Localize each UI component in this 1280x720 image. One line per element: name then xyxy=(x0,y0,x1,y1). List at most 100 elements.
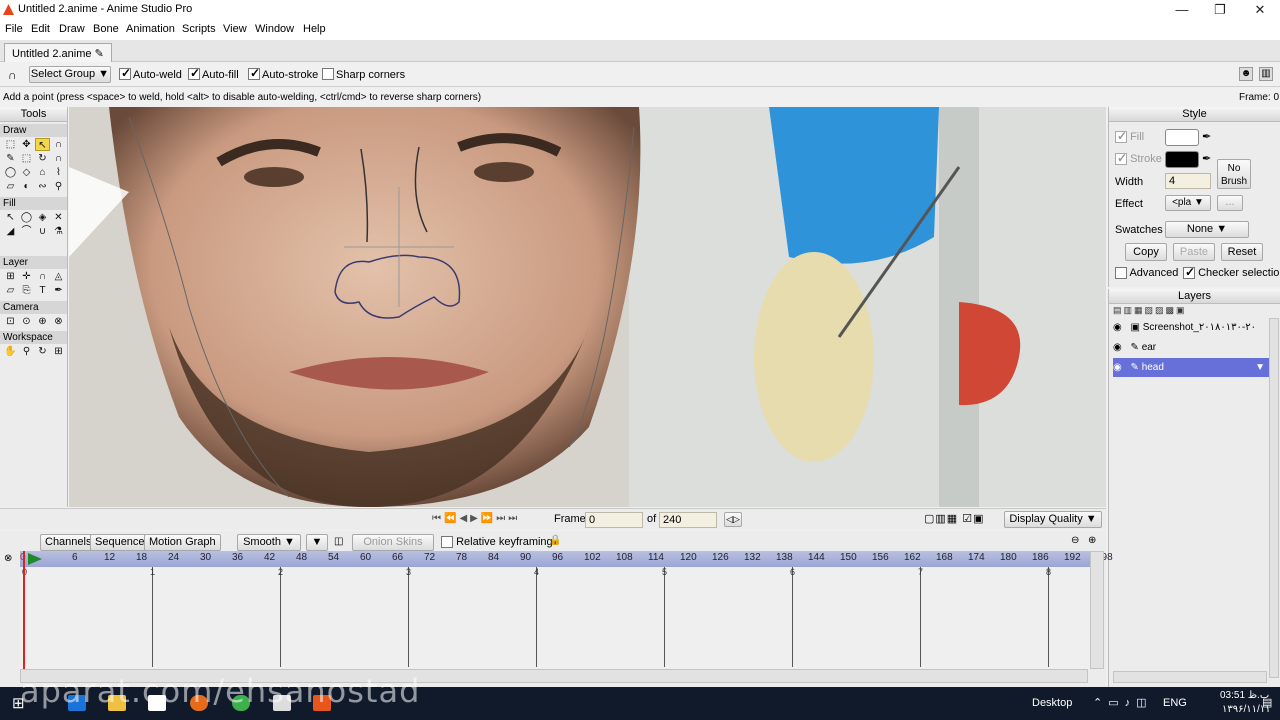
noise-icon[interactable]: ◐ xyxy=(19,180,34,193)
stroke-color-swatch[interactable] xyxy=(1165,151,1199,168)
menu-file[interactable]: File xyxy=(5,23,23,35)
layers-vertical-scrollbar[interactable] xyxy=(1269,318,1279,678)
auto-fill-check[interactable] xyxy=(188,66,200,81)
close-button[interactable]: ✕ xyxy=(1240,0,1280,20)
draw-shape-icon[interactable]: ◯ xyxy=(3,166,18,179)
auto-stroke-checkbox[interactable] xyxy=(248,66,260,81)
delete-shape-icon[interactable]: ✕ xyxy=(51,211,66,224)
playback-controls[interactable]: ⏮⏪◀▶⏩⏭⏭ xyxy=(432,513,520,524)
view-layout-icons[interactable]: ▢▥▦ ☑▣ xyxy=(924,512,985,525)
add-point-icon[interactable]: ↖ xyxy=(35,138,50,151)
swatches-dropdown[interactable]: None ▼ xyxy=(1165,221,1249,238)
translate-layer-icon[interactable]: ✛ xyxy=(19,270,34,283)
pan-workspace-icon[interactable]: ✋ xyxy=(3,345,18,358)
menu-bone[interactable]: Bone xyxy=(93,23,119,35)
paint-bucket-icon[interactable]: ◈ xyxy=(35,211,50,224)
freehand-icon[interactable]: ✎ xyxy=(3,152,18,165)
layer-toolbar-icons[interactable]: ▤▥▦▧▨▩▣ xyxy=(1113,305,1187,316)
zoom-in-icon[interactable]: ⊕ xyxy=(1088,535,1096,546)
magnet-icon[interactable]: ∩ xyxy=(51,152,66,165)
curvature-icon[interactable]: ∩ xyxy=(51,138,66,151)
sharp-corners-check[interactable] xyxy=(322,68,334,81)
stroke-exposure-icon[interactable]: ∪ xyxy=(35,225,50,238)
language-indicator[interactable]: ENG xyxy=(1163,697,1187,709)
layer-row-selected[interactable]: ◉ ✎ head ▼ xyxy=(1113,358,1269,377)
panel-toggle-icon[interactable]: ▥ xyxy=(1259,67,1273,81)
menu-edit[interactable]: Edit xyxy=(31,23,50,35)
tab-motion-graph[interactable]: Motion Graph xyxy=(144,534,221,551)
frame-field[interactable]: 0 xyxy=(585,512,643,528)
advanced-checkbox[interactable]: Advanced xyxy=(1115,267,1178,280)
translate-points-icon[interactable]: ✥ xyxy=(19,138,34,151)
auto-weld-checkbox[interactable] xyxy=(119,66,131,81)
maximize-button[interactable]: ❐ xyxy=(1200,0,1240,20)
eye-icon[interactable]: ◉ xyxy=(1113,322,1122,333)
document-tab[interactable]: Untitled 2.anime ✎ xyxy=(4,43,112,62)
menu-draw[interactable]: Draw xyxy=(59,23,85,35)
hide-edge-icon[interactable]: ⌒ xyxy=(19,225,34,238)
switch-layer-icon[interactable]: ⎘ xyxy=(19,284,34,297)
select-shape-icon[interactable]: ↖ xyxy=(3,211,18,224)
interpolation-dropdown[interactable]: Smooth ▼ xyxy=(237,534,301,551)
advanced-check[interactable] xyxy=(1115,267,1127,280)
zoom-camera-icon[interactable]: ⊙ xyxy=(19,315,34,328)
eye-icon[interactable]: ◉ xyxy=(1113,342,1122,353)
close-timeline-icon[interactable]: ⊗ xyxy=(4,553,12,564)
auto-fill-checkbox[interactable] xyxy=(188,66,200,81)
minimize-button[interactable]: — xyxy=(1162,0,1202,20)
rotate-workspace-icon[interactable]: ↻ xyxy=(35,345,50,358)
zoom-workspace-icon[interactable]: ⚲ xyxy=(19,345,34,358)
eraser-icon[interactable]: ◇ xyxy=(19,166,34,179)
set-origin-icon[interactable]: ⊞ xyxy=(3,270,18,283)
bend-icon[interactable]: ⌇ xyxy=(51,166,66,179)
reset-button[interactable]: Reset xyxy=(1221,243,1263,261)
menu-animation[interactable]: Animation xyxy=(126,23,175,35)
rotate-layer-icon[interactable]: ◬ xyxy=(51,270,66,283)
stroke-checkbox[interactable]: Stroke xyxy=(1115,151,1162,166)
width-field[interactable]: 4 xyxy=(1165,173,1211,189)
auto-weld-check[interactable] xyxy=(119,66,131,81)
keyframe-menu-button[interactable]: ▼ xyxy=(306,534,328,551)
tray-icons[interactable]: ⌃▭♪◫ xyxy=(1093,696,1153,709)
onion-skins-dropdown[interactable]: Onion Skins ▼ xyxy=(352,534,434,563)
fill-checkbox[interactable]: Fill xyxy=(1115,129,1144,144)
fill-color-swatch[interactable] xyxy=(1165,129,1199,146)
select-group-dropdown[interactable]: Select Group ▼ xyxy=(29,66,111,83)
shear-icon[interactable]: ∾ xyxy=(35,180,50,193)
stroke-eyedropper-icon[interactable]: ✒ xyxy=(1202,152,1211,165)
perspective-icon[interactable]: ⌂ xyxy=(35,166,50,179)
tab-channels[interactable]: Channels xyxy=(40,534,97,551)
frame-ruler[interactable]: 0612182430364248546066727884909610210811… xyxy=(20,551,1113,567)
copy-button[interactable]: Copy xyxy=(1125,243,1167,261)
effect-more-button[interactable]: ... xyxy=(1217,195,1243,211)
canvas-viewport[interactable] xyxy=(69,107,1106,507)
layers-horizontal-scrollbar[interactable] xyxy=(1113,671,1267,683)
auto-stroke-check[interactable] xyxy=(248,66,260,81)
layer-row[interactable]: ◉ ✎ ear xyxy=(1113,338,1269,357)
fill-eyedropper-icon[interactable]: ✒ xyxy=(1202,130,1211,143)
notifications-icon[interactable]: ▤ xyxy=(1262,696,1272,709)
scale-points-icon[interactable]: ⬚ xyxy=(19,152,34,165)
pan-tilt-camera-icon[interactable]: ⊗ xyxy=(51,315,66,328)
relative-keyframing-check[interactable] xyxy=(441,536,453,549)
user-icon[interactable]: ☻ xyxy=(1239,67,1253,81)
loop-button[interactable]: ◁▷ xyxy=(724,512,742,527)
zoom-out-icon[interactable]: ⊖ xyxy=(1071,535,1079,546)
shear-layer-icon[interactable]: ▱ xyxy=(3,284,18,297)
relative-keyframing-checkbox[interactable]: Relative keyframing xyxy=(441,536,553,549)
paste-button[interactable]: Paste xyxy=(1173,243,1215,261)
play-marker-icon[interactable] xyxy=(28,553,42,565)
chevron-down-icon[interactable]: ▼ xyxy=(1255,358,1265,377)
orbit-workspace-icon[interactable]: ⊞ xyxy=(51,345,66,358)
select-points-icon[interactable]: ⬚ xyxy=(3,138,18,151)
menu-window[interactable]: Window xyxy=(255,23,294,35)
menu-view[interactable]: View xyxy=(223,23,247,35)
curve-profile-icon[interactable]: ⚲ xyxy=(51,180,66,193)
no-brush-button[interactable]: No Brush xyxy=(1217,159,1251,189)
onion-icon[interactable]: ◫ xyxy=(334,536,343,547)
display-quality-dropdown[interactable]: Display Quality ▼ xyxy=(1004,511,1102,528)
lock-icon[interactable]: 🔒 xyxy=(549,535,561,546)
eye-icon[interactable]: ◉ xyxy=(1113,362,1122,373)
create-shape-icon[interactable]: ◯ xyxy=(19,211,34,224)
text-tool-icon[interactable]: T xyxy=(35,284,50,297)
